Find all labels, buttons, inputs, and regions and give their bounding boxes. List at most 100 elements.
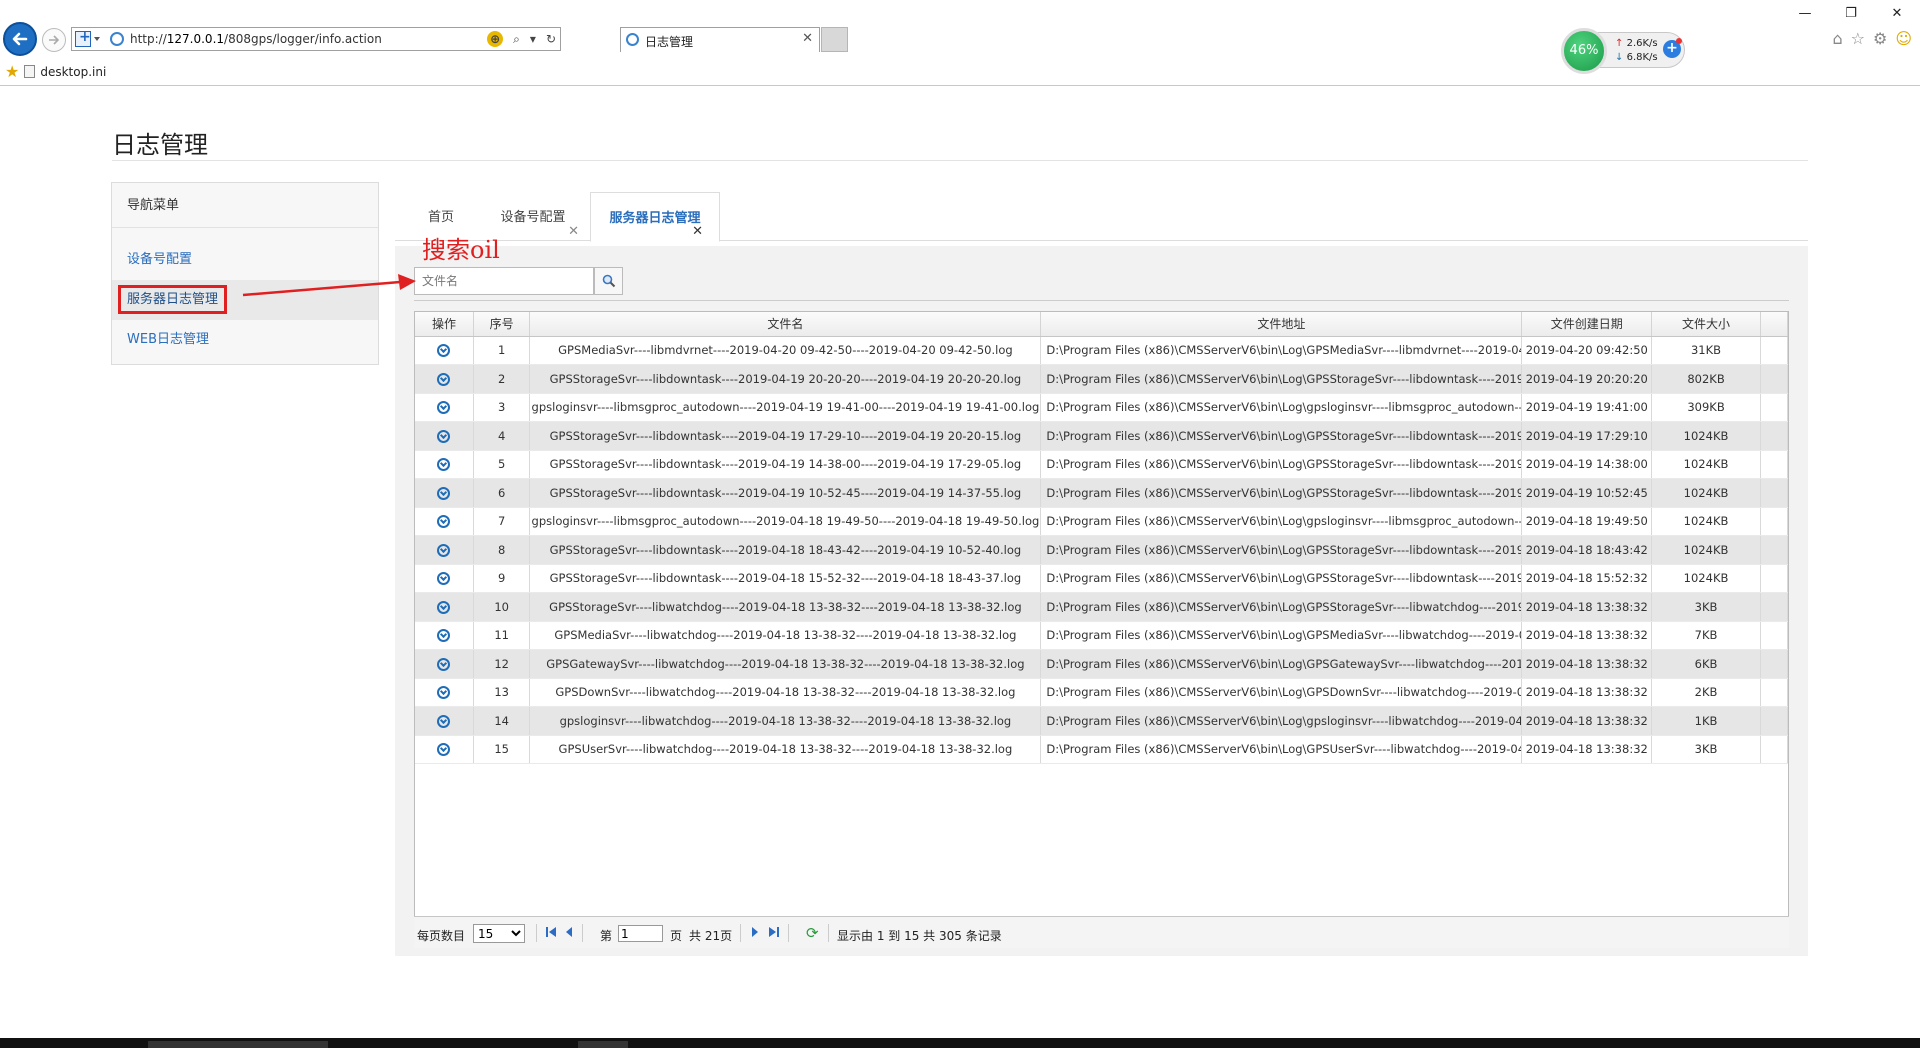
table-row[interactable]: 13 GPSDownSvr----libwatchdog----2019-04-1… [415,678,1789,707]
address-bar[interactable]: http://127.0.0.1/808gps/logger/info.acti… [71,27,561,51]
row-created-date: 2019-04-20 09:42:50 [1521,336,1653,365]
compatibility-icon[interactable]: ⊕ [487,31,504,47]
table-row[interactable]: 6 GPSStorageSvr----libdowntask----2019-04… [415,478,1789,508]
row-spacer [1760,649,1789,679]
table-row[interactable]: 4 GPSStorageSvr----libdowntask----2019-04… [415,421,1789,451]
last-page-icon[interactable] [768,926,780,938]
restore-icon[interactable]: ❐ [1828,0,1874,28]
col-header-size[interactable]: 文件大小 [1651,312,1761,337]
ie-icon [110,32,124,46]
close-icon[interactable]: ✕ [568,224,579,239]
table-row[interactable]: 10 GPSStorageSvr----libwatchdog----2019-0… [415,592,1789,622]
table-row[interactable]: 5 GPSStorageSvr----libdowntask----2019-04… [415,450,1789,479]
network-meter-widget[interactable]: 46% ↑ 2.6K/s ↓ 6.8K/s + [1561,28,1687,74]
favorites-star-icon[interactable]: ★ [5,62,19,81]
row-number: 2 [473,364,531,394]
refresh-icon[interactable]: ↻ [546,32,556,46]
table-row[interactable]: 1 GPSMediaSvr----libmdvrnet----2019-04-20… [415,336,1789,365]
refresh-icon[interactable]: ⟳ [806,924,819,942]
favorites-icon[interactable]: ☆ [1851,29,1865,48]
row-filename: gpsloginsvr----libmsgproc_autodown----20… [529,393,1042,422]
row-filepath: D:\Program Files (x86)\CMSServerV6\bin\L… [1040,535,1523,565]
row-created-date: 2019-04-19 17:29:10 [1521,421,1653,451]
table-row[interactable]: 2 GPSStorageSvr----libdowntask----2019-04… [415,364,1789,394]
forward-button[interactable] [42,28,66,52]
table-row[interactable]: 9 GPSStorageSvr----libdowntask----2019-04… [415,564,1789,593]
tab-server-log[interactable]: 服务器日志管理 ✕ [590,192,720,242]
search-icon[interactable]: ⌕ [513,32,520,47]
expand-circle-icon[interactable] [437,515,451,529]
table-row[interactable]: 15 GPSUserSvr----libwatchdog----2019-04-1… [415,735,1789,764]
col-header-no[interactable]: 序号 [473,312,531,337]
row-action-cell [415,706,474,736]
expand-circle-icon[interactable] [437,401,451,415]
expand-circle-icon[interactable] [437,743,451,757]
expand-circle-icon[interactable] [437,629,451,643]
nav-item-label: WEB日志管理 [127,332,209,347]
table-row[interactable]: 7 gpsloginsvr----libmsgproc_autodown----2… [415,507,1789,536]
row-number: 5 [473,450,531,479]
expand-circle-icon[interactable] [437,714,451,728]
expand-circle-icon[interactable] [437,686,451,700]
page-suffix: 页 [670,929,683,943]
row-filepath: D:\Program Files (x86)\CMSServerV6\bin\L… [1040,592,1523,622]
col-header-name[interactable]: 文件名 [529,312,1042,337]
annotation-text: 搜索oil [422,236,500,264]
table-row[interactable]: 3 gpsloginsvr----libmsgproc_autodown----2… [415,393,1789,422]
browser-tab[interactable]: 日志管理 ✕ [620,27,820,52]
back-button[interactable] [3,22,37,56]
table-row[interactable]: 8 GPSStorageSvr----libdowntask----2019-04… [415,535,1789,565]
dropdown-icon[interactable]: ▾ [530,32,536,46]
close-icon[interactable]: ✕ [692,224,703,239]
close-tab-icon[interactable]: ✕ [802,31,813,46]
nav-item-web-log[interactable]: WEB日志管理 [112,320,378,360]
nav-item-device-config[interactable]: 设备号配置 [112,240,378,280]
expand-circle-icon[interactable] [437,543,451,557]
expand-circle-icon[interactable] [437,429,451,443]
col-header-date[interactable]: 文件创建日期 [1521,312,1653,337]
filename-search-input[interactable] [415,268,593,294]
row-number: 1 [473,336,531,365]
row-filepath: D:\Program Files (x86)\CMSServerV6\bin\L… [1040,421,1523,451]
table-row[interactable]: 12 GPSGatewaySvr----libwatchdog----2019-0… [415,649,1789,679]
search-divider [414,300,1789,301]
first-page-icon[interactable] [545,926,557,938]
taskbar-item[interactable] [148,1041,328,1048]
security-icon[interactable] [75,29,91,47]
nav-item-server-log[interactable]: 服务器日志管理 [112,280,378,320]
smiley-icon[interactable]: ☺ [1895,29,1912,48]
expand-circle-icon[interactable] [437,600,451,614]
minimize-icon[interactable]: — [1782,0,1828,28]
chevron-down-icon[interactable] [94,37,100,41]
next-page-icon[interactable] [750,926,760,938]
new-tab-button[interactable] [821,27,848,52]
expand-circle-icon[interactable] [437,572,451,586]
table-row[interactable]: 11 GPSMediaSvr----libwatchdog----2019-04-… [415,621,1789,650]
row-spacer [1760,621,1789,650]
gear-icon[interactable]: ⚙ [1873,29,1887,48]
col-header-path[interactable]: 文件地址 [1040,312,1523,337]
favorite-link[interactable]: desktop.ini [40,65,106,79]
row-filename: GPSStorageSvr----libdowntask----2019-04-… [529,364,1042,394]
table-row[interactable]: 14 gpsloginsvr----libwatchdog----2019-04-… [415,706,1789,736]
network-percent: 46% [1561,28,1607,74]
per-page-select[interactable]: 15 [473,924,525,943]
expand-circle-icon[interactable] [437,458,451,472]
row-spacer [1760,393,1789,422]
row-filepath: D:\Program Files (x86)\CMSServerV6\bin\L… [1040,649,1523,679]
expand-circle-icon[interactable] [437,657,451,671]
home-icon[interactable]: ⌂ [1832,29,1842,48]
filename-search-box [414,267,594,295]
upload-arrow-icon: ↑ [1615,38,1624,49]
expand-circle-icon[interactable] [437,372,451,386]
prev-page-icon[interactable] [564,926,574,938]
taskbar-item[interactable] [578,1041,628,1048]
page-number-input[interactable] [618,925,663,942]
search-button[interactable] [594,267,623,295]
expand-circle-icon[interactable] [437,344,451,358]
expand-circle-icon[interactable] [437,486,451,500]
col-header-op[interactable]: 操作 [415,312,474,337]
row-filepath: D:\Program Files (x86)\CMSServerV6\bin\L… [1040,478,1523,508]
close-window-icon[interactable]: ✕ [1874,0,1920,28]
url-text[interactable]: http://127.0.0.1/808gps/logger/info.acti… [130,32,382,46]
